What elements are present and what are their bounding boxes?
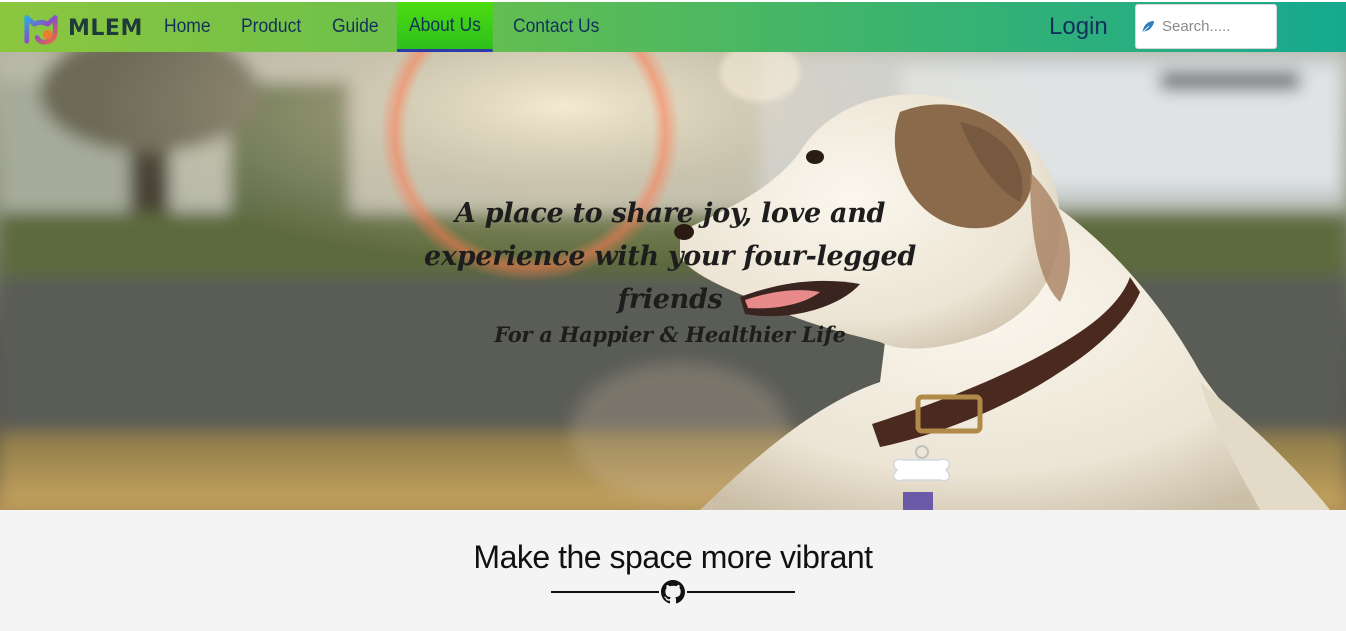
brand-name: MLEM <box>68 15 143 41</box>
nav-contact-us[interactable]: Contact Us <box>501 2 611 52</box>
nav-product[interactable]: Product <box>229 2 313 52</box>
hero-subtitle: For a Happier & Healthier Life <box>494 322 846 347</box>
nav-links: Home Product Guide About Us Contact Us <box>152 2 621 52</box>
login-link[interactable]: Login <box>1049 13 1108 41</box>
nav-about-us[interactable]: About Us <box>396 2 493 52</box>
divider-line-right <box>687 591 795 593</box>
feather-icon <box>1141 20 1154 33</box>
hero-banner: A place to share joy, love and experienc… <box>0 52 1346 510</box>
navbar: MLEM Home Product Guide About Us Contact… <box>0 0 1346 52</box>
hero-title: A place to share joy, love and experienc… <box>424 198 916 315</box>
cat-logo-icon <box>24 15 58 45</box>
search-box[interactable] <box>1135 4 1277 49</box>
section-title: Make the space more vibrant <box>473 539 873 575</box>
section-divider <box>550 580 796 604</box>
divider-line-left <box>551 591 659 593</box>
hero-text: A place to share joy, love and experienc… <box>420 192 920 349</box>
vibrant-section: Make the space more vibrant <box>0 510 1346 631</box>
nav-guide[interactable]: Guide <box>320 2 391 52</box>
brand[interactable]: MLEM <box>22 8 143 48</box>
github-icon[interactable] <box>661 580 685 604</box>
search-input[interactable] <box>1162 18 1272 35</box>
nav-home[interactable]: Home <box>152 2 223 52</box>
